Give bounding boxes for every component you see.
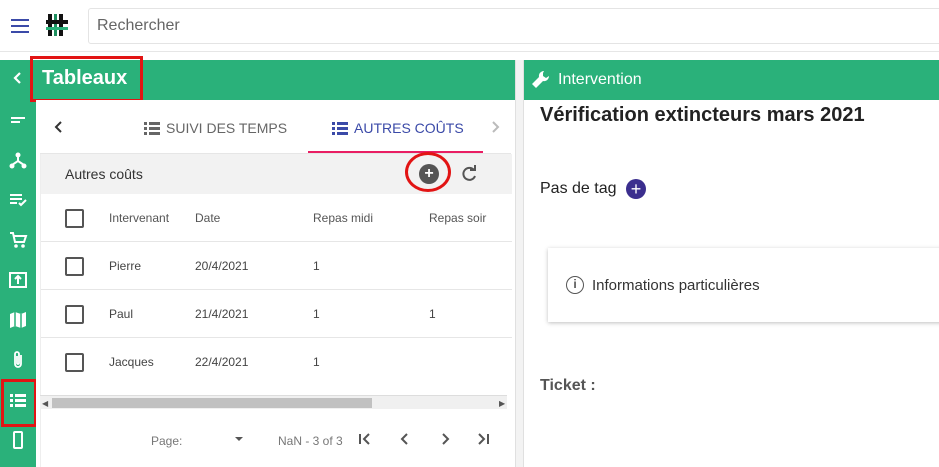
wrench-icon: [530, 69, 552, 96]
first-page-icon[interactable]: [358, 432, 372, 449]
table-row[interactable]: Jacques 22/4/2021 1: [41, 338, 512, 386]
search-box[interactable]: [88, 8, 939, 44]
tab-suivi-des-temps[interactable]: SUIVI DES TEMPS: [144, 120, 287, 136]
refresh-icon[interactable]: [459, 164, 479, 189]
cell-repas-soir: 1: [429, 307, 436, 321]
column-header[interactable]: Intervenant: [109, 194, 169, 242]
attachment-icon[interactable]: [0, 342, 36, 378]
info-card[interactable]: i Informations particulières: [548, 248, 939, 322]
table-header-row: Intervenant Date Repas midi Repas soir: [41, 194, 512, 242]
cell-repas-midi: 1: [313, 355, 320, 369]
cell-date: 20/4/2021: [195, 259, 249, 273]
tab-bar: SUIVI DES TEMPS AUTRES COÛTS: [40, 100, 511, 154]
cart-icon[interactable]: [0, 222, 36, 258]
column-header[interactable]: Date: [195, 194, 220, 242]
cell-repas-midi: 1: [313, 307, 320, 321]
tab-label: SUIVI DES TEMPS: [166, 120, 288, 136]
app-logo[interactable]: [44, 11, 72, 39]
menu-icon[interactable]: [8, 14, 32, 38]
card-title: Autres coûts: [65, 166, 143, 182]
search-input[interactable]: [89, 9, 939, 43]
tab-label: AUTRES COÛTS: [354, 120, 464, 136]
intervention-title: Vérification extincteurs mars 2021: [540, 104, 865, 126]
map-icon[interactable]: [0, 302, 36, 338]
last-page-icon[interactable]: [476, 432, 490, 449]
tab-scroll-left-icon[interactable]: [52, 120, 66, 139]
hub-icon[interactable]: [0, 142, 36, 178]
right-panel: Vérification extincteurs mars 2021 Pas d…: [524, 100, 939, 467]
table-row[interactable]: Pierre 20/4/2021 1: [41, 242, 512, 290]
scroll-right-arrow-icon[interactable]: ▶: [499, 399, 505, 408]
info-label: Informations particulières: [592, 277, 760, 294]
tag-label: Pas de tag: [540, 180, 617, 197]
cell-repas-midi: 1: [313, 259, 320, 273]
cell-intervenant: Pierre: [109, 259, 142, 273]
add-tag-icon[interactable]: +: [626, 179, 646, 199]
left-panel: SUIVI DES TEMPS AUTRES COÛTS Autres coût…: [36, 100, 515, 467]
info-icon: i: [566, 276, 584, 294]
panel-title: Intervention: [558, 71, 642, 88]
cell-date: 21/4/2021: [195, 307, 249, 321]
tab-scroll-right-icon[interactable]: [488, 120, 502, 139]
phone-icon[interactable]: [0, 422, 36, 458]
list-icon: [144, 122, 160, 135]
costs-table: Intervenant Date Repas midi Repas soir P…: [41, 194, 512, 386]
cell-intervenant: Jacques: [109, 355, 154, 369]
highlight-frame: [1, 379, 37, 427]
column-header[interactable]: Repas soir: [429, 194, 486, 242]
row-checkbox[interactable]: [65, 257, 84, 276]
ticket-label: Ticket :: [540, 377, 596, 394]
tab-active-indicator: [308, 151, 483, 153]
prev-page-icon[interactable]: [398, 432, 412, 449]
column-header[interactable]: Repas midi: [313, 194, 373, 242]
right-panel-header: Intervention: [524, 60, 939, 100]
select-all-checkbox[interactable]: [65, 209, 84, 228]
page-label: Page:: [151, 434, 183, 448]
upload-icon[interactable]: [0, 262, 36, 298]
horizontal-scrollbar[interactable]: ◀ ▶: [40, 395, 507, 409]
table-row[interactable]: Paul 21/4/2021 1 1: [41, 290, 512, 338]
highlight-circle: [405, 152, 451, 192]
row-checkbox[interactable]: [65, 305, 84, 324]
cell-date: 22/4/2021: [195, 355, 249, 369]
page-select-dropdown-icon[interactable]: [234, 433, 244, 447]
row-checkbox[interactable]: [65, 353, 84, 372]
scroll-left-arrow-icon[interactable]: ◀: [42, 399, 48, 408]
tab-autres-couts[interactable]: AUTRES COÛTS: [332, 120, 464, 136]
checklist-icon[interactable]: [0, 182, 36, 218]
next-page-icon[interactable]: [438, 432, 452, 449]
highlight-frame: [30, 56, 143, 102]
short-text-icon[interactable]: [0, 102, 36, 138]
panel-divider[interactable]: [515, 60, 524, 467]
card-header: Autres coûts +: [41, 152, 512, 194]
pagination-bar: Page: NaN - 3 of 3: [40, 420, 511, 460]
cell-intervenant: Paul: [109, 307, 134, 321]
scroll-thumb[interactable]: [52, 398, 372, 408]
page-range: NaN - 3 of 3: [278, 434, 343, 448]
list-icon: [332, 122, 348, 135]
top-bar: [0, 0, 939, 52]
